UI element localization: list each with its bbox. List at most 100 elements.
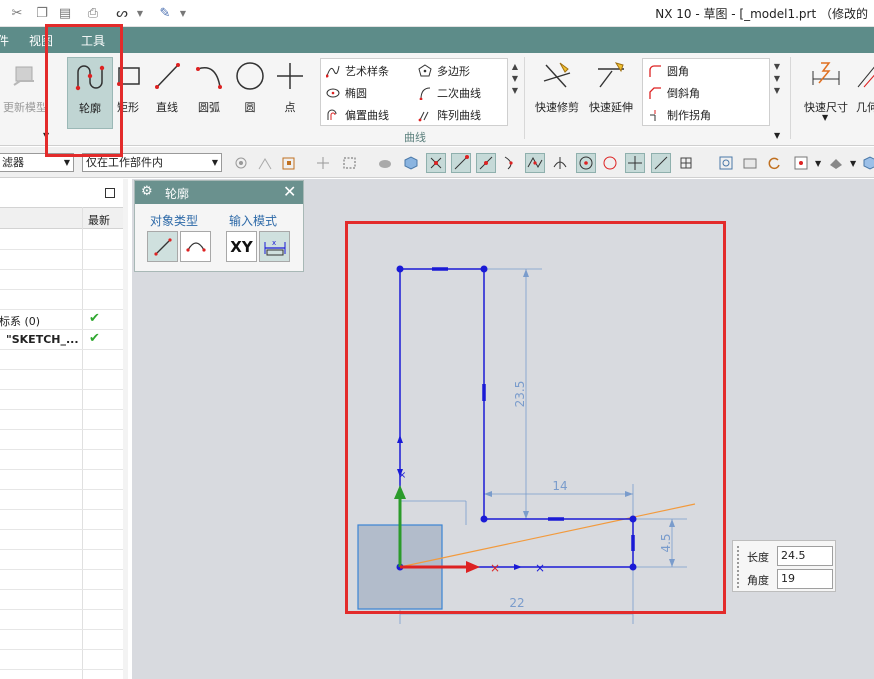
body-select-icon[interactable] <box>375 153 395 173</box>
table-row[interactable] <box>0 390 123 410</box>
coordinate-mode-button[interactable]: XY <box>226 231 257 262</box>
offset-curve-item[interactable]: 偏置曲线 <box>325 105 389 125</box>
selection-scope-combo[interactable]: 仅在工作部件内 ▼ <box>82 153 222 172</box>
snap-point-icon[interactable] <box>426 153 446 173</box>
render-style-icon[interactable] <box>826 153 846 173</box>
refresh-icon[interactable] <box>764 153 784 173</box>
intersection-icon[interactable] <box>525 153 545 173</box>
table-row[interactable] <box>0 350 123 370</box>
snap-settings-icon[interactable] <box>231 153 251 173</box>
fillet-item[interactable]: 圆角 <box>647 61 689 81</box>
table-row[interactable] <box>0 290 123 310</box>
conic-item[interactable]: 二次曲线 <box>417 83 481 103</box>
table-row[interactable] <box>0 370 123 390</box>
curve-gallery-scroll[interactable]: ▲ ▼ ▼ <box>510 61 520 97</box>
gear-icon[interactable]: ⚙ <box>141 184 153 199</box>
chevron-down-icon[interactable]: ▼ <box>822 113 828 122</box>
table-row[interactable]: "SKETCH_... ✔ <box>0 330 123 350</box>
table-row[interactable] <box>0 590 123 610</box>
drag-handle[interactable] <box>737 546 741 588</box>
table-row[interactable] <box>0 430 123 450</box>
midpoint-icon[interactable] <box>476 153 496 173</box>
dimension-horizontal-base[interactable]: 22 <box>509 596 524 610</box>
print-icon[interactable]: ⎙ <box>84 4 102 22</box>
chevron-down-icon[interactable]: ▼ <box>174 4 192 22</box>
ellipse-item[interactable]: 椭圆 <box>325 83 367 103</box>
table-row[interactable] <box>0 450 123 470</box>
quick-trim-button[interactable]: 快速修剪 <box>532 57 582 129</box>
chamfer-item[interactable]: 倒斜角 <box>647 83 700 103</box>
cube-icon[interactable] <box>401 153 421 173</box>
dimension-horizontal-step[interactable]: 14 <box>552 479 567 493</box>
parameter-mode-button[interactable]: x <box>259 231 290 262</box>
point-button[interactable]: 点 <box>267 57 313 129</box>
update-model-button[interactable]: 更新模型 <box>2 57 48 129</box>
profile-quick-icon[interactable]: ᔕ <box>113 4 131 22</box>
plus-select-icon[interactable] <box>313 153 333 173</box>
box-icon[interactable] <box>860 153 874 173</box>
fit-icon[interactable] <box>740 153 760 173</box>
chevron-down-icon[interactable]: ▼ <box>850 159 856 168</box>
object-type-line-button[interactable] <box>147 231 178 262</box>
length-input[interactable]: 24.5 <box>777 546 833 566</box>
quadrant-icon[interactable] <box>600 153 620 173</box>
geometric-constraint-button[interactable]: 几何 <box>852 57 874 129</box>
table-row[interactable] <box>0 510 123 530</box>
table-row[interactable] <box>0 530 123 550</box>
feature-icon[interactable] <box>279 153 299 173</box>
move-icon[interactable] <box>255 153 275 173</box>
maximize-icon[interactable] <box>105 188 115 198</box>
make-corner-item[interactable]: 制作拐角 <box>647 105 711 125</box>
endpoint-icon[interactable] <box>451 153 471 173</box>
quick-extend-button[interactable]: 快速延伸 <box>586 57 636 129</box>
dimension-vertical-main[interactable]: 23.5 <box>513 381 527 408</box>
object-type-arc-button[interactable] <box>180 231 211 262</box>
navigator-scrollbar[interactable] <box>123 179 128 679</box>
dimension-vertical-step[interactable]: 4.5 <box>659 533 673 552</box>
zoom-icon[interactable] <box>716 153 736 173</box>
table-row[interactable] <box>0 410 123 430</box>
copy-icon[interactable]: ❐ <box>33 4 51 22</box>
table-row[interactable] <box>0 610 123 630</box>
table-row[interactable] <box>0 230 123 250</box>
tangent-icon[interactable] <box>550 153 570 173</box>
table-row[interactable] <box>0 650 123 670</box>
rectangle-select-icon[interactable] <box>340 153 360 173</box>
line-button[interactable]: 直线 <box>144 57 190 129</box>
view-icon[interactable] <box>791 153 811 173</box>
spline-icon <box>325 63 341 79</box>
chevron-down-icon[interactable]: ▼ <box>815 159 821 168</box>
table-row[interactable]: 标系 (0) ✔ <box>0 310 123 330</box>
table-row[interactable] <box>0 630 123 650</box>
sketch-profile[interactable] <box>399 268 634 568</box>
pattern-curve-item[interactable]: 阵列曲线 <box>417 105 481 125</box>
cut-icon[interactable]: ✂ <box>8 4 26 22</box>
polygon-item[interactable]: 多边形 <box>417 61 470 81</box>
angle-input[interactable]: 19 <box>777 569 833 589</box>
close-icon[interactable]: ✕ <box>283 182 296 201</box>
studio-spline-item[interactable]: 艺术样条 <box>325 61 389 81</box>
table-row[interactable] <box>0 250 123 270</box>
arc-button[interactable]: 圆弧 <box>186 57 232 129</box>
type-filter-combo[interactable]: 滤器 ▼ <box>0 153 74 172</box>
table-row[interactable] <box>0 490 123 510</box>
chevron-down-icon[interactable]: ▼ <box>43 131 49 140</box>
menu-tools[interactable]: 工具 <box>81 32 105 49</box>
table-row[interactable] <box>0 470 123 490</box>
grid-snap-icon[interactable] <box>676 153 696 173</box>
chevron-down-icon[interactable]: ▼ <box>131 4 149 22</box>
tools-icon[interactable]: ✎ <box>156 4 174 22</box>
table-row[interactable] <box>0 270 123 290</box>
paste-icon[interactable]: ▤ <box>56 4 74 22</box>
check-icon: ✔ <box>89 331 100 346</box>
menu-view[interactable]: 视图 <box>29 32 53 49</box>
curve-point-icon[interactable] <box>500 153 520 173</box>
point-on-curve-icon[interactable] <box>651 153 671 173</box>
corner-gallery-scroll[interactable]: ▼ ▼ ▼ <box>772 61 782 97</box>
table-row[interactable] <box>0 570 123 590</box>
table-row[interactable] <box>0 550 123 570</box>
chevron-down-icon[interactable]: ▼ <box>774 131 780 140</box>
arc-center-icon[interactable] <box>576 153 596 173</box>
menu-file[interactable]: 件 <box>0 32 9 49</box>
existing-point-icon[interactable] <box>625 153 645 173</box>
